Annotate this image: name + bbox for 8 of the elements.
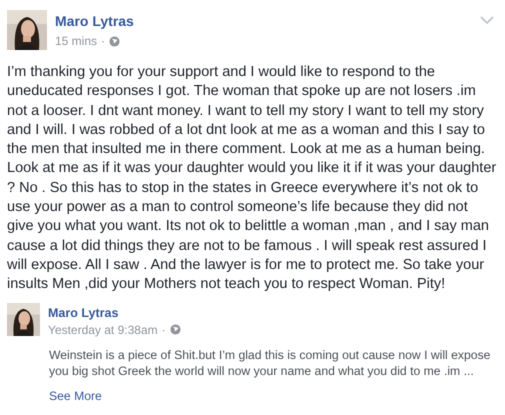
separator: · bbox=[101, 34, 106, 48]
author-name[interactable]: Maro Lytras bbox=[55, 13, 134, 29]
author-name[interactable]: Maro Lytras bbox=[48, 306, 181, 320]
post-text: I’m thanking you for your support and I would like to respond to the uneducated responses I got. The woman that spoke up are not losers .im not a looser. I dnt want money. I want to tell my story I want to tell my story and I will. I was robbed of a lot dnt look at me as a woman and this I say to the men that insulted me in there comment. Look at me as a human being. Look at me as if it was your daughter would you like it if it was your daughter ? No . So this has to stop in the states in Greece everywhere it’s not ok to use your power as a man to control someone’s life because they did not give you what you want. Its not ok to belittle a woman ,man , and I say man cause a lot did things they are not to be famous . I will speak rest assured I will expose. All I saw . And the lawyer is for me to protect me. So take your insults Men ,did your Mothers not teach you to respect Woman. Pity! bbox=[7, 63, 497, 294]
chevron-down-icon[interactable] bbox=[480, 16, 494, 25]
separator: · bbox=[162, 322, 166, 337]
see-more-link[interactable]: See More bbox=[49, 388, 102, 403]
shared-post-text: Weinstein is a piece of Shit.but I’m glad this is coming out cause now I will expose you big shot Greek the world will now your name and what you did to me .im ... bbox=[49, 346, 492, 379]
